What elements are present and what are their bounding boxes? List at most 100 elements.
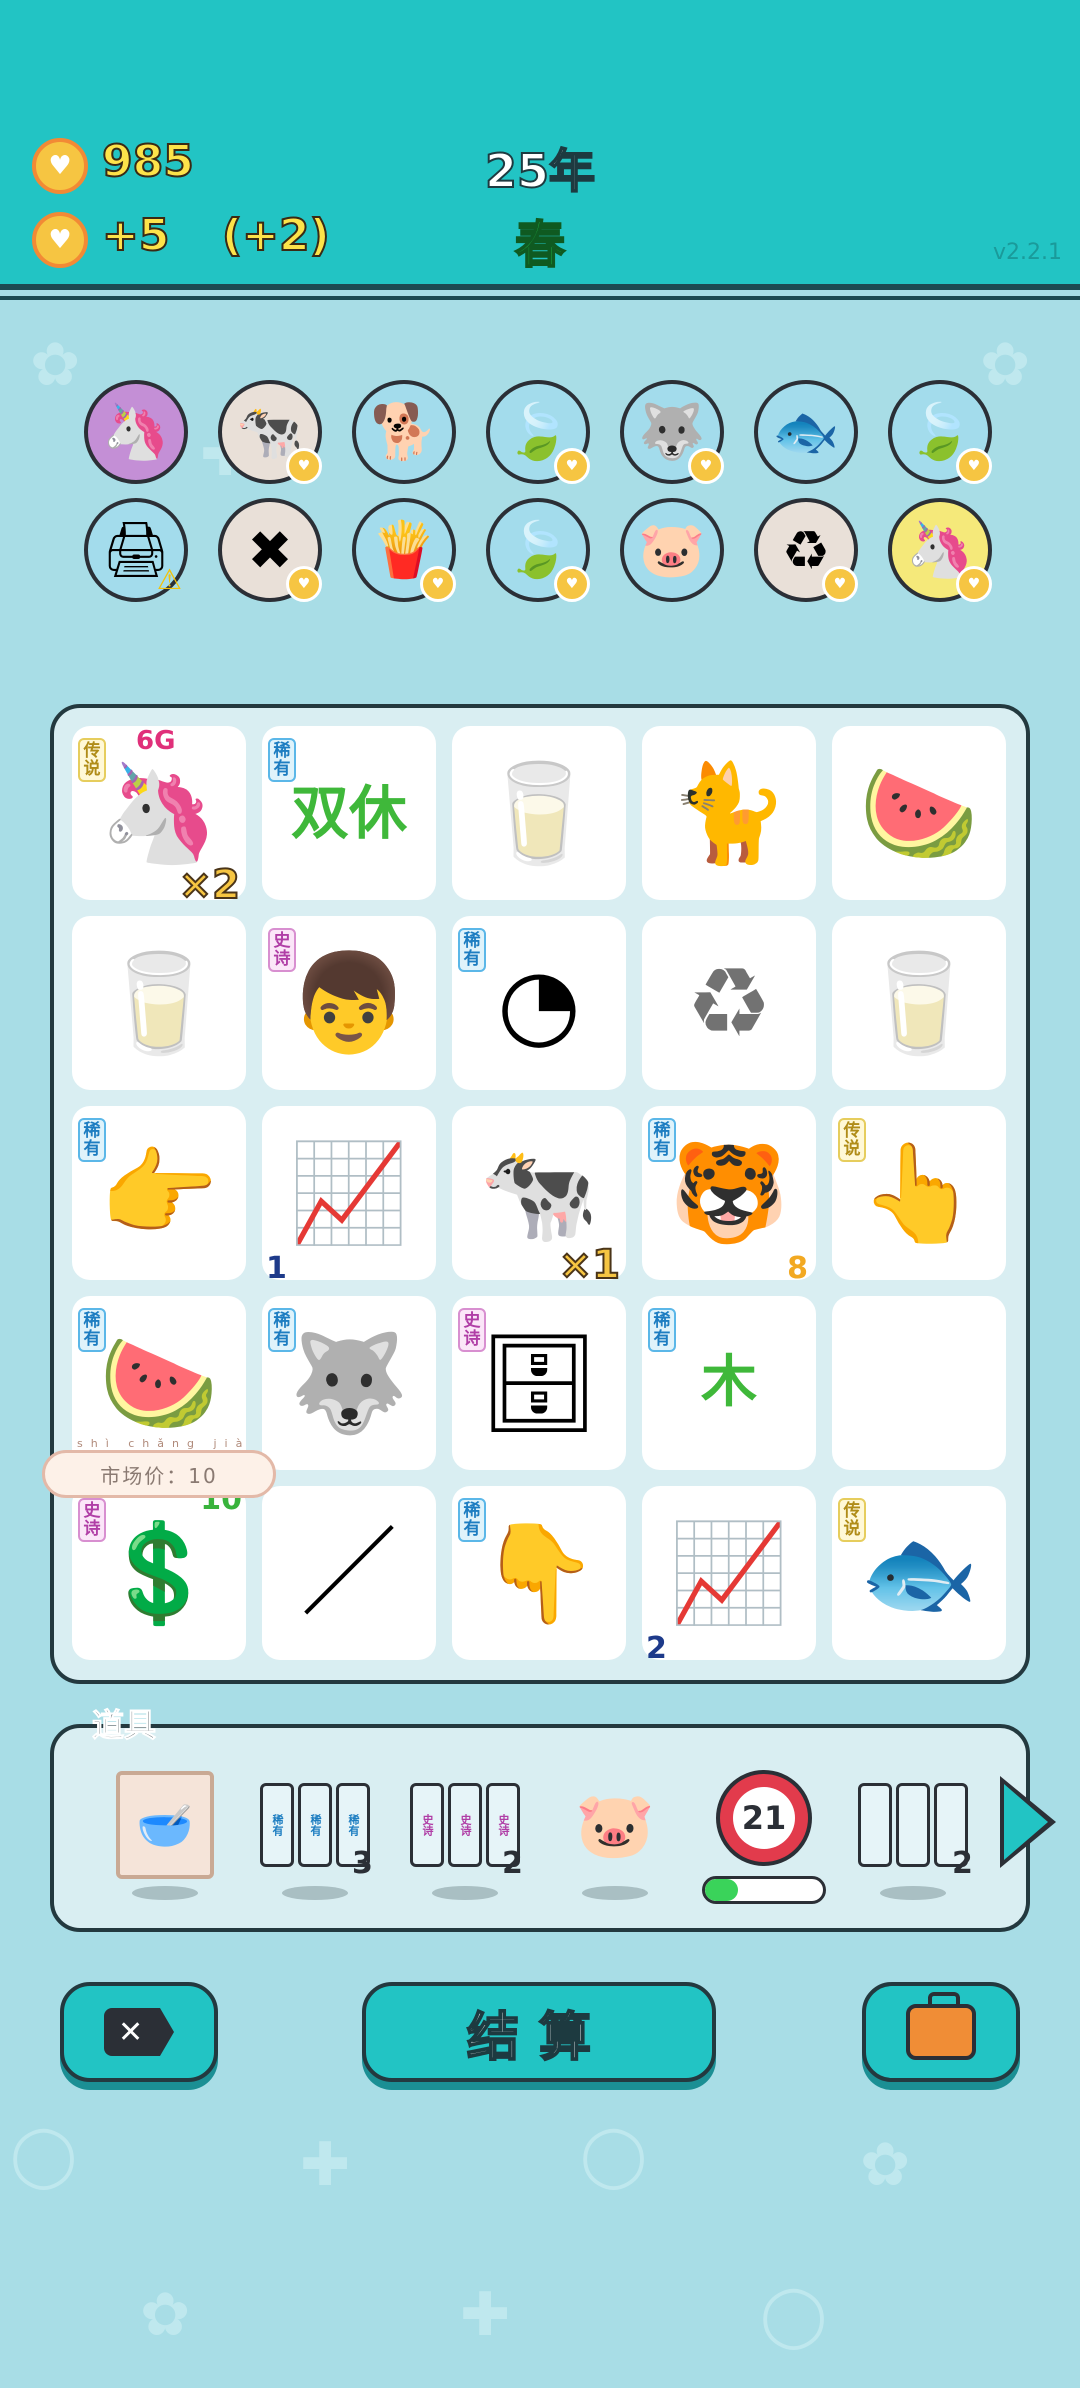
delete-effect[interactable]: ✖ ♥ (218, 498, 322, 602)
rarity-tag: 稀有 (268, 1308, 296, 1352)
timer-item[interactable]: 21 (716, 1770, 812, 1866)
board-cell-boy-red-hair[interactable]: 👦 史诗 (262, 916, 436, 1090)
market-price-tooltip: shì chǎng jià 市场价：10 (42, 1437, 276, 1498)
board-cell-koi-fish[interactable]: 🐟 传说 (832, 1486, 1006, 1660)
rarity-tag: 稀有 (268, 738, 296, 782)
watermelon-slice-icon: 🍉 (859, 757, 979, 869)
coin-total: 985 (101, 135, 195, 188)
season-label: 春 (514, 215, 566, 275)
chart-card-2-icon: 📈 (669, 1517, 789, 1629)
coin-badge-icon: ♥ (956, 566, 992, 602)
board-cell-milk-bottle-2[interactable]: 🥛 (72, 916, 246, 1090)
inventory-button[interactable] (862, 1982, 1020, 2082)
board-cell-chart-card[interactable]: 📈 1 (262, 1106, 436, 1286)
board-cell-cat[interactable]: 🐈 (642, 726, 816, 900)
delete-effect-icon: ✖ (247, 518, 293, 582)
rarity-tag: 稀有 (78, 1308, 106, 1352)
board-cell-recycle-bowl[interactable]: ♻ (642, 916, 816, 1090)
milk-bottle-icon: 🥛 (479, 757, 599, 869)
coin-badge-icon: ♥ (286, 566, 322, 602)
leaf-effect[interactable]: 🍃 ♥ (486, 380, 590, 484)
fishbowl-effect-icon: 🐟 (772, 400, 840, 463)
slip-label: 史诗 (448, 1783, 482, 1867)
settle-label: 结算 (466, 2007, 611, 2069)
leaf-effect-2[interactable]: 🍃 ♥ (888, 380, 992, 484)
board-cell-husky[interactable]: 🐺 稀有 (262, 1296, 436, 1470)
fries-effect[interactable]: 🍟 ♥ (352, 498, 456, 602)
settle-button[interactable]: 结算 (362, 1982, 716, 2082)
double-rest-icon: 双休 (290, 779, 407, 847)
board-cell-milk-bottle[interactable]: 🥛 (452, 726, 626, 900)
bowl-icon: 🥣 (116, 1771, 214, 1879)
husky-effect[interactable]: 🐺 ♥ (620, 380, 724, 484)
cool-dog-effect-icon: 🐕 (370, 400, 438, 463)
coin-badge-icon: ♥ (554, 566, 590, 602)
printer-effect[interactable]: 🖨 ⚠ (84, 498, 188, 602)
board-cell-pointing-hand[interactable]: 👉 稀有 (72, 1106, 246, 1280)
blank-slips-item[interactable] (858, 1770, 968, 1880)
recycle-bowl-icon: ♻ (685, 947, 773, 1059)
board-cell-milk-bottle-3[interactable]: 🥛 (832, 916, 1006, 1090)
slip-label: 稀有 (298, 1783, 332, 1867)
bg-plus-icon: ✚ (300, 2130, 351, 2200)
tooltip-text: 市场价：10 (100, 1463, 218, 1488)
unicorn-icon: 🦄 (99, 757, 219, 869)
board-cell-speedometer[interactable]: ◔ 稀有 (452, 916, 626, 1090)
chart-card-icon: 📈 (289, 1137, 409, 1249)
board-cell-wood-pentagon[interactable]: 木稀有 (642, 1296, 816, 1470)
board-cell-brown-hand[interactable]: 👇 稀有 (452, 1486, 626, 1660)
coin-badge-icon: ♥ (688, 448, 724, 484)
board-cell-tiger[interactable]: 🐯 稀有 8 (642, 1106, 816, 1286)
blank-slips-count: 2 (952, 1846, 973, 1881)
coin-badge-icon: ♥ (554, 448, 590, 484)
unicorn-multiplier-effect-icon: 🦄 (102, 400, 170, 463)
bowl-frame-item[interactable]: 🥣 (112, 1770, 218, 1880)
board-cell-watermelon-slice[interactable]: 🍉 (832, 726, 1006, 900)
coin-badge-icon: ♥ (956, 448, 992, 484)
rare-slips-count: 3 (352, 1846, 373, 1881)
bg-flower-icon: ✿ (860, 2130, 911, 2200)
close-icon: ✕ (104, 2008, 174, 2056)
remove-button[interactable]: ✕ (60, 1982, 218, 2082)
unicorn-multiplier-effect[interactable]: 🦄 (84, 380, 188, 484)
tooltip-pinyin: shì chǎng jià (77, 1437, 251, 1450)
rarity-tag: 稀有 (458, 1498, 486, 1542)
boy-red-hair-icon: 👦 (289, 947, 409, 1059)
milk-bottle-3-icon: 🥛 (859, 947, 979, 1059)
piggy-bank-effect[interactable]: 🐷 (620, 498, 724, 602)
coin-bonus: (+2) (221, 209, 331, 262)
item-shadow (132, 1886, 198, 1900)
twin-cow-effect[interactable]: 🐄 ♥ (218, 380, 322, 484)
timer-progress-fill (705, 1879, 739, 1901)
board-cell-cow[interactable]: 🐄 ×1 (452, 1106, 626, 1289)
board-cell-empty-slot[interactable] (832, 1296, 1006, 1470)
unicorn-effect[interactable]: 🦄 ♥ (888, 498, 992, 602)
year-label: 25年 (484, 143, 596, 199)
board-cell-double-rest[interactable]: 双休 稀有 (262, 726, 436, 900)
board-cell-server-rack[interactable]: 🗄 史诗 (452, 1296, 626, 1470)
bg-ring-icon: ◯ (760, 2280, 828, 2350)
cat-icon: 🐈 (669, 757, 789, 869)
leaf-effect-3[interactable]: 🍃 ♥ (486, 498, 590, 602)
board-cell-golden-finger[interactable]: 👆 传说 (832, 1106, 1006, 1280)
board-cell-chart-card-2[interactable]: 📈 2 (642, 1486, 816, 1666)
recycle-effect[interactable]: ♻ ♥ (754, 498, 858, 602)
piggy-bank-item[interactable]: 🐷 (562, 1770, 668, 1880)
fishbowl-effect[interactable]: 🐟 (754, 380, 858, 484)
board-cell-dollar-cycle[interactable]: 💲 史诗 10 (72, 1482, 246, 1660)
epic-slips-count: 2 (502, 1846, 523, 1881)
item-shadow (582, 1886, 648, 1900)
tray-next-arrow-icon[interactable] (1000, 1776, 1056, 1868)
bg-flower-icon: ✿ (980, 330, 1031, 400)
board-cell-straw[interactable]: ／ (262, 1486, 436, 1660)
husky-icon: 🐺 (289, 1327, 409, 1439)
straw-icon: ／ (301, 1517, 397, 1629)
rarity-tag: 稀有 (648, 1118, 676, 1162)
cool-dog-effect[interactable]: 🐕 (352, 380, 456, 484)
count-label: 2 (646, 1631, 667, 1666)
server-rack-icon: 🗄 (478, 1327, 600, 1439)
milk-bottle-2-icon: 🥛 (99, 947, 219, 1059)
rarity-tag: 史诗 (78, 1498, 106, 1542)
board-cell-unicorn[interactable]: 🦄 传说 ×2 6G (72, 726, 246, 909)
rarity-tag: 传说 (838, 1118, 866, 1162)
